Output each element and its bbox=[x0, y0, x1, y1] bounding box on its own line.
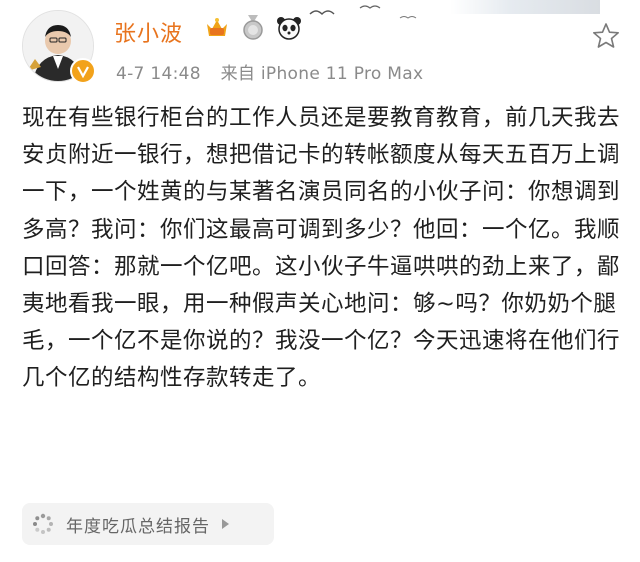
post-text: 现在有些银行柜台的工作人员还是要教育教育，前几天我去安贞附近一银行，想把借记卡的… bbox=[22, 105, 621, 392]
chevron-right-icon bbox=[222, 519, 229, 529]
topic-tag[interactable]: 年度吃瓜总结报告 bbox=[22, 503, 274, 545]
post-date: 4-7 14:48 bbox=[116, 64, 201, 84]
top-banner-decoration bbox=[300, 0, 600, 28]
medal-icon[interactable] bbox=[240, 15, 266, 41]
weibo-post: 张小波 4-7 14:48 来自 iPhone 11 Pro Max 现在有些银… bbox=[0, 0, 640, 562]
topic-label: 年度吃瓜总结报告 bbox=[66, 516, 210, 537]
verified-v-icon bbox=[77, 66, 89, 78]
post-meta: 4-7 14:48 来自 iPhone 11 Pro Max bbox=[116, 59, 423, 84]
favorite-star-icon[interactable] bbox=[592, 22, 620, 50]
vip-crown-icon[interactable] bbox=[204, 15, 230, 41]
user-badges bbox=[204, 15, 302, 41]
post-source: 来自 iPhone 11 Pro Max bbox=[220, 64, 424, 84]
loading-dots-icon bbox=[33, 513, 53, 534]
panda-icon[interactable] bbox=[276, 15, 302, 41]
user-name[interactable]: 张小波 bbox=[114, 16, 183, 48]
verified-badge bbox=[70, 58, 96, 84]
